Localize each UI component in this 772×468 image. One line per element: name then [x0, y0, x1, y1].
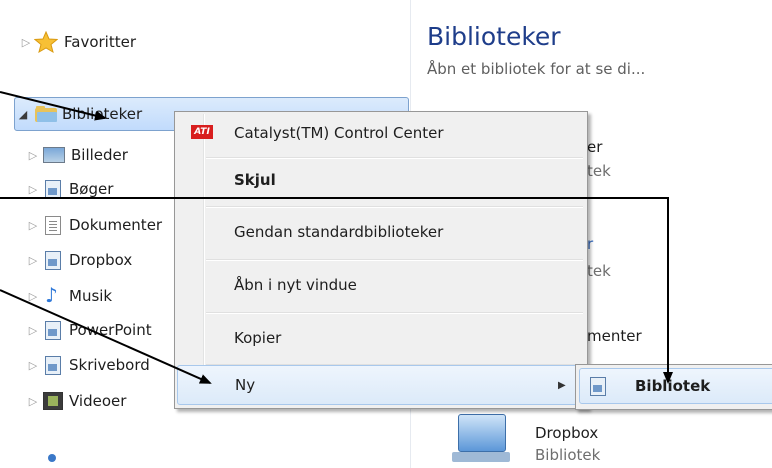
- menu-item-ny[interactable]: Ny ▶: [177, 365, 583, 405]
- library-icon: [45, 355, 61, 375]
- documents-icon: [45, 215, 61, 235]
- expand-arrow-icon[interactable]: ▷: [18, 36, 34, 49]
- menu-item-skjul[interactable]: Skjul: [177, 160, 583, 200]
- ati-icon: ATI: [191, 125, 213, 139]
- expand-arrow-icon[interactable]: ▷: [25, 359, 41, 372]
- nav-item-label: PowerPoint: [69, 321, 152, 339]
- page-title: Biblioteker: [427, 22, 561, 51]
- library-icon: [590, 377, 606, 396]
- menu-item-label: Ny: [235, 376, 256, 394]
- video-icon: [43, 392, 63, 410]
- menu-item-catalyst[interactable]: ATI Catalyst(TM) Control Center: [177, 113, 583, 153]
- nav-item-dropbox[interactable]: ▷ Dropbox: [25, 246, 132, 274]
- expand-arrow-icon[interactable]: ▷: [25, 254, 41, 267]
- menu-item-label: Åbn i nyt vindue: [234, 276, 357, 294]
- menu-item-open-new-window[interactable]: Åbn i nyt vindue: [177, 265, 583, 305]
- menu-item-gendan[interactable]: Gendan standardbiblioteker: [177, 212, 583, 252]
- libraries-label: Biblioteker: [62, 105, 143, 123]
- collapse-arrow-icon[interactable]: ◢: [15, 108, 31, 121]
- expand-arrow-icon[interactable]: ▷: [25, 395, 41, 408]
- nav-item-label: Videoer: [69, 392, 127, 410]
- submenu-item-label: Bibliotek: [635, 377, 711, 395]
- menu-separator: [206, 312, 583, 313]
- menu-separator: [206, 157, 583, 158]
- library-type-fragment: tek: [587, 162, 611, 180]
- nav-item-label: Musik: [69, 287, 113, 305]
- menu-gutter: [203, 114, 204, 404]
- dropbox-library-name[interactable]: Dropbox: [535, 424, 598, 442]
- page-subtitle: Åbn et bibliotek for at se di...: [427, 60, 646, 78]
- menu-separator: [206, 206, 583, 207]
- nav-item-label: Billeder: [71, 146, 128, 164]
- menu-item-label: Gendan standardbiblioteker: [234, 223, 444, 241]
- expand-arrow-icon[interactable]: ▷: [25, 183, 41, 196]
- submenu-item-bibliotek[interactable]: Bibliotek: [579, 368, 772, 404]
- expand-arrow-icon[interactable]: ▷: [25, 324, 41, 337]
- favorites-label: Favoritter: [64, 33, 136, 51]
- nav-item-label: Skrivebord: [69, 356, 150, 374]
- library-name-fragment: menter: [587, 327, 642, 345]
- nav-item-label: Dropbox: [69, 251, 133, 269]
- nav-item-dokumenter[interactable]: ▷ Dokumenter: [25, 211, 162, 239]
- submenu: Bibliotek: [575, 364, 772, 410]
- expand-arrow-icon[interactable]: ▷: [25, 219, 41, 232]
- menu-item-kopier[interactable]: Kopier: [177, 318, 583, 358]
- library-icon: [45, 320, 61, 340]
- nav-item-powerpoint[interactable]: ▷ PowerPoint: [25, 316, 152, 344]
- expand-arrow-icon[interactable]: ▷: [25, 290, 41, 303]
- pictures-icon: [43, 147, 65, 163]
- music-icon: [43, 283, 63, 307]
- dropbox-library-icon[interactable]: [452, 414, 510, 464]
- nav-item-boger[interactable]: ▷ Bøger: [25, 175, 113, 203]
- library-name-fragment: er: [587, 138, 603, 156]
- nav-item-label: Bøger: [69, 180, 114, 198]
- context-menu: ATI Catalyst(TM) Control Center Skjul Ge…: [174, 111, 588, 409]
- dropbox-library-type: Bibliotek: [535, 446, 601, 464]
- nav-item-billeder[interactable]: ▷ Billeder: [25, 141, 128, 169]
- star-icon: [34, 31, 58, 53]
- library-icon: [45, 250, 61, 270]
- homegroup-icon: [48, 454, 56, 462]
- libraries-folder-icon: [35, 106, 57, 122]
- menu-separator: [206, 259, 583, 260]
- nav-item-label: Dokumenter: [69, 216, 163, 234]
- menu-item-label: Catalyst(TM) Control Center: [234, 124, 444, 142]
- nav-item-musik[interactable]: ▷ Musik: [25, 282, 112, 310]
- menu-item-label: Kopier: [234, 329, 282, 347]
- nav-item-skrivebord[interactable]: ▷ Skrivebord: [25, 351, 150, 379]
- expand-arrow-icon[interactable]: ▷: [25, 149, 41, 162]
- nav-favorites[interactable]: ▷ Favoritter: [18, 26, 136, 58]
- library-type-fragment: tek: [587, 262, 611, 280]
- nav-item-videoer[interactable]: ▷ Videoer: [25, 387, 126, 415]
- submenu-arrow-icon: ▶: [558, 379, 566, 391]
- library-icon: [45, 179, 61, 199]
- menu-item-label: Skjul: [234, 171, 276, 189]
